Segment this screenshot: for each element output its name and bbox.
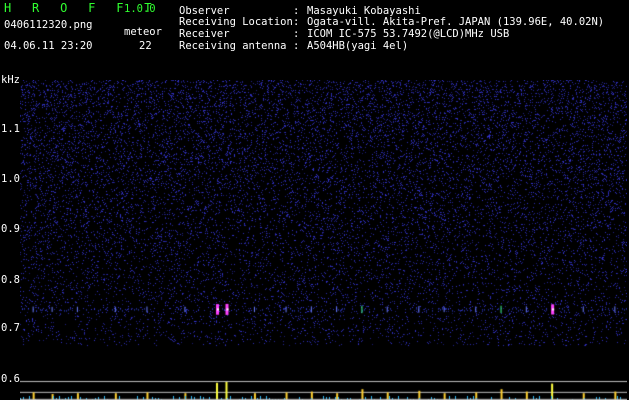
info-separator: : [293,40,300,52]
freq-tick: 0.6 [1,373,20,385]
info-value: ICOM IC-575 53.7492(@LCD)MHz USB [307,28,510,40]
info-label: Receiving antenna [179,40,287,52]
freq-tick: 0.8 [1,274,20,286]
info-value: A504HB(yagi 4el) [307,40,409,52]
meteor-count: 22 [139,40,152,52]
freq-tick: 0.7 [1,322,20,334]
info-label: Receiving Location [179,16,293,28]
info-label: Receiver [179,28,230,40]
freq-tick: 0.9 [1,223,20,235]
spectrogram-canvas [20,80,627,400]
info-separator: : [293,16,300,28]
datetime: 04.06.11 23:20 [4,40,93,52]
app-version: 1.0.0 [124,3,156,15]
filename: 0406112320.png [4,19,93,31]
info-value: Ogata-vill. Akita-Pref. JAPAN (139.96E, … [307,16,605,28]
freq-tick: 1.0 [1,173,20,185]
freq-tick: 1.1 [1,123,20,135]
info-separator: : [293,28,300,40]
meteor-label: meteor [124,26,162,38]
hrofft-window: H R O F F T 1.0.0 0406112320.png meteor … [0,0,629,400]
